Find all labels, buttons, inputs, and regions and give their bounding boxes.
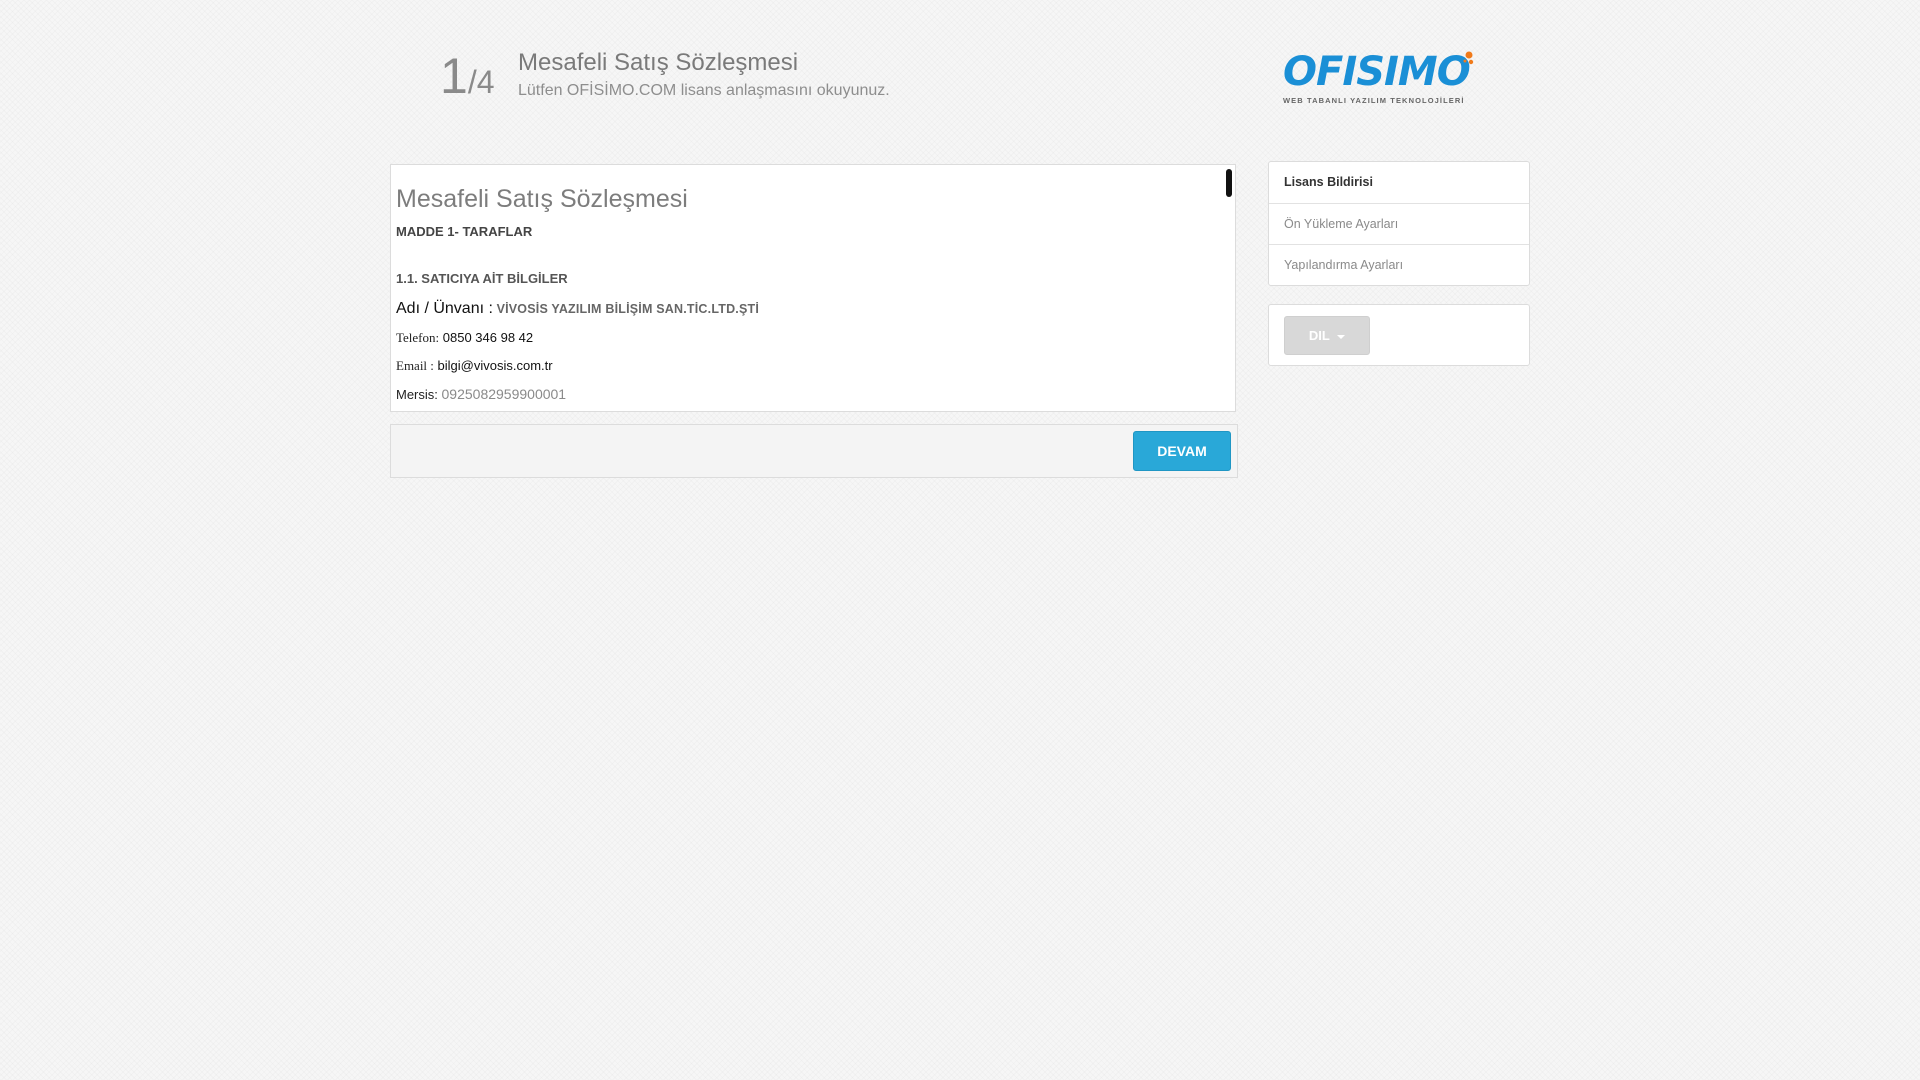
page-subtitle: Lütfen OFİSİMO.COM lisans anlaşmasını ok…: [518, 82, 890, 99]
seller-email-row: Email : bilgi@vivosis.com.tr: [396, 358, 1231, 374]
step-indicator: 1 /4: [440, 48, 495, 108]
logo-tagline: WEB TABANLI YAZILIM TEKNOLOJİLERİ: [1283, 96, 1465, 105]
seller-phone-row: Telefon: 0850 346 98 42: [396, 330, 1231, 346]
agreement-panel[interactable]: Mesafeli Satış Sözleşmesi MADDE 1- TARAF…: [390, 164, 1236, 412]
seller-name-value: VİVOSİS YAZILIM BİLİŞİM SAN.TİC.LTD.ŞTİ: [496, 302, 760, 316]
seller-mersis-row: Mersis: 0925082959900001: [396, 386, 1231, 402]
page-title: Mesafeli Satış Sözleşmesi: [518, 49, 799, 76]
continue-button[interactable]: DEVAM: [1133, 431, 1231, 471]
document-title: Mesafeli Satış Sözleşmesi: [396, 185, 688, 213]
seller-email-label: Email :: [396, 358, 434, 373]
logo-wordmark: OFISIMO: [1283, 49, 1471, 95]
seller-email-value: bilgi@vivosis.com.tr: [437, 358, 553, 373]
seller-name-row: Adı / Ünvanı : VİVOSİS YAZILIM BİLİŞİM S…: [396, 300, 1231, 318]
section-heading: 1.1. SATICIYA AİT BİLGİLER: [396, 271, 568, 286]
document-scrollbar[interactable]: [1226, 169, 1232, 197]
step-total: /4: [467, 64, 495, 100]
ofisimo-logo: OFISIMO WEB TABANLI YAZILIM TEKNOLOJİLER…: [1283, 50, 1477, 112]
seller-phone-value: 0850 346 98 42: [442, 330, 534, 345]
language-label: DIL: [1308, 328, 1330, 343]
caret-down-icon: [1337, 334, 1346, 339]
language-panel: DIL: [1268, 304, 1530, 366]
language-dropdown-button[interactable]: DIL: [1284, 316, 1370, 355]
seller-mersis-label: Mersis:: [396, 387, 438, 402]
page-header: Mesafeli Satış Sözleşmesi Lütfen OFİSİMO…: [518, 48, 890, 100]
seller-phone-label: Telefon:: [396, 330, 440, 345]
seller-name-label: Adı / Ünvanı :: [396, 300, 493, 317]
step-current: 1: [440, 48, 468, 104]
seller-mersis-value: 0925082959900001: [441, 386, 567, 402]
article-heading: MADDE 1- TARAFLAR: [396, 224, 533, 239]
logo-dots-icon: [1463, 51, 1474, 65]
step-item-license[interactable]: Lisans Bildirisi: [1269, 162, 1529, 203]
step-item-preload-settings[interactable]: Ön Yükleme Ayarları: [1269, 203, 1529, 244]
step-item-configuration-settings[interactable]: Yapılandırma Ayarları: [1269, 244, 1529, 285]
setup-steps-list: Lisans Bildirisi Ön Yükleme Ayarları Yap…: [1268, 161, 1530, 286]
agreement-document: Mesafeli Satış Sözleşmesi MADDE 1- TARAF…: [391, 165, 1235, 402]
agreement-footer: DEVAM: [390, 424, 1238, 478]
